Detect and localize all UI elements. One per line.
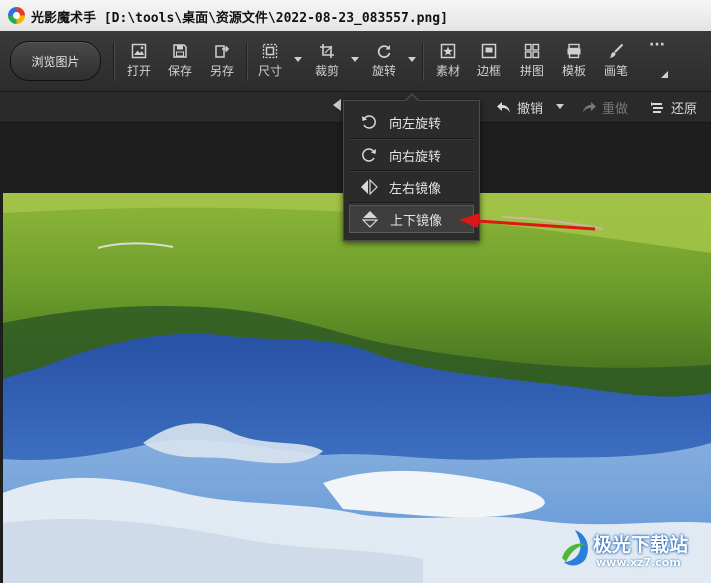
material-button[interactable]: 素材	[428, 41, 468, 85]
browse-images-button[interactable]: 浏览图片	[10, 41, 101, 81]
restore-icon	[651, 101, 663, 113]
collage-label: 拼图	[519, 64, 544, 78]
toolbar-divider	[113, 43, 114, 81]
annotation-arrow	[459, 213, 596, 231]
watermark-url: www.xz7.com	[596, 556, 681, 569]
material-label: 素材	[435, 64, 460, 78]
app-logo-icon	[8, 7, 25, 24]
redo-button[interactable]: 重做	[581, 98, 628, 117]
rotate-left-label: 向左旋转	[389, 116, 442, 132]
rotate-left-item[interactable]: 向左旋转	[349, 108, 474, 136]
material-icon	[440, 43, 456, 59]
rotate-right-label: 向右旋转	[389, 149, 442, 165]
rotate-icon	[377, 45, 391, 58]
collage-icon	[524, 43, 540, 59]
undo-label: 撤销	[517, 102, 544, 117]
open-label: 打开	[126, 64, 151, 78]
expand-toolbar-icon[interactable]	[661, 71, 668, 78]
save-label: 保存	[167, 64, 192, 78]
previous-arrow-icon[interactable]	[333, 99, 341, 111]
rotate-right-icon	[349, 147, 389, 163]
brush-label: 画笔	[603, 64, 628, 78]
save-as-icon	[215, 45, 230, 58]
flip-vertical-label: 上下镜像	[390, 213, 443, 229]
undo-button[interactable]: 撤销	[496, 98, 543, 117]
flip-horizontal-icon	[349, 179, 389, 195]
template-label: 模板	[561, 64, 586, 78]
redo-label: 重做	[602, 102, 629, 117]
rotate-button[interactable]: 旋转	[364, 41, 404, 85]
resize-button[interactable]: 尺寸	[250, 41, 290, 85]
open-icon	[131, 43, 147, 59]
watermark-text: 极光下载站	[593, 534, 689, 556]
watermark: 极光下载站 www.xz7.com	[556, 524, 706, 576]
border-icon	[481, 43, 497, 59]
brush-button[interactable]: 画笔	[596, 41, 636, 85]
flip-horizontal-item[interactable]: 左右镜像	[349, 173, 474, 201]
menu-divider	[349, 202, 474, 203]
save-as-button[interactable]: 另存	[202, 41, 242, 85]
rotate-right-item[interactable]: 向右旋转	[349, 141, 474, 169]
crop-button[interactable]: 裁剪	[307, 41, 347, 85]
resize-dropdown-icon[interactable]	[294, 57, 302, 62]
undo-dropdown-icon[interactable]	[556, 104, 564, 109]
main-toolbar: 浏览图片 打开 保存 另存 尺寸 裁剪 旋转 素材 边框 拼图 模板 画笔 ··…	[0, 31, 711, 92]
collage-button[interactable]: 拼图	[512, 41, 552, 85]
app-name: 光影魔术手	[31, 11, 97, 26]
border-label: 边框	[476, 64, 501, 78]
brush-icon	[609, 43, 624, 58]
crop-icon	[320, 44, 334, 58]
flip-vertical-icon	[350, 210, 390, 228]
menu-divider	[349, 138, 474, 139]
open-button[interactable]: 打开	[119, 41, 159, 85]
restore-button[interactable]: 还原	[650, 98, 697, 117]
crop-label: 裁剪	[314, 64, 339, 78]
template-icon	[567, 43, 581, 59]
more-button[interactable]: ···	[637, 37, 677, 81]
rotate-label: 旋转	[371, 64, 396, 78]
undo-icon	[497, 101, 510, 113]
save-as-label: 另存	[209, 64, 234, 78]
template-button[interactable]: 模板	[554, 41, 594, 85]
title-bar: 光影魔术手 [D:\tools\桌面\资源文件\2022-08-23_08355…	[0, 0, 711, 32]
save-icon	[173, 44, 187, 58]
file-path: [D:\tools\桌面\资源文件\2022-08-23_083557.png]	[103, 11, 448, 26]
resize-label: 尺寸	[257, 64, 282, 78]
toolbar-divider	[246, 43, 247, 81]
flip-horizontal-label: 左右镜像	[389, 181, 442, 197]
window-title: 光影魔术手 [D:\tools\桌面\资源文件\2022-08-23_08355…	[31, 7, 448, 26]
rotate-left-icon	[349, 114, 389, 130]
redo-icon	[583, 101, 596, 113]
rotate-dropdown-icon[interactable]	[408, 57, 416, 62]
border-button[interactable]: 边框	[469, 41, 509, 85]
watermark-logo-icon	[562, 530, 588, 566]
restore-label: 还原	[671, 102, 698, 117]
menu-divider	[349, 170, 474, 171]
toolbar-divider	[422, 43, 423, 81]
resize-icon	[262, 43, 278, 59]
save-button[interactable]: 保存	[160, 41, 200, 85]
crop-dropdown-icon[interactable]	[351, 57, 359, 62]
